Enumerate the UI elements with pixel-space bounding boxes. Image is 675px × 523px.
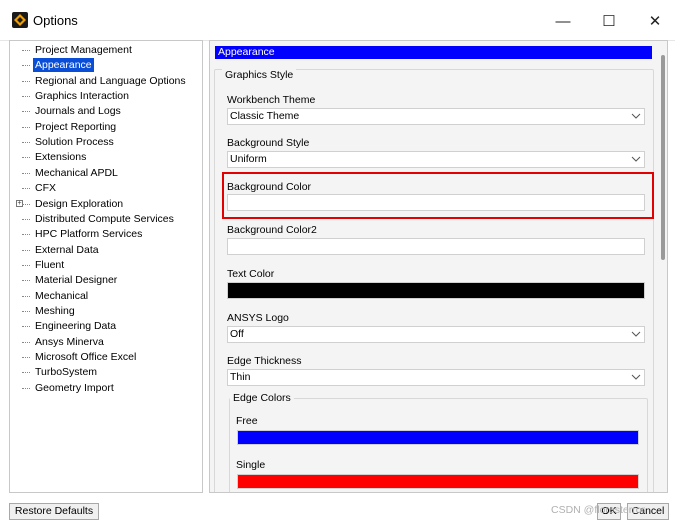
window-title: Options (33, 13, 78, 28)
background-style-dropdown[interactable]: Uniform (227, 151, 645, 168)
group-title: Graphics Style (222, 69, 297, 81)
tree-connector (22, 341, 30, 343)
tree-item-label: External Data (35, 243, 99, 256)
tree-item-label: Mechanical (35, 289, 89, 302)
highlight-box (222, 172, 654, 219)
tree-connector (22, 188, 30, 190)
scrollbar-thumb[interactable] (661, 55, 665, 260)
edge-thickness-value: Thin (230, 371, 251, 383)
tree-item-label: Project Reporting (35, 120, 117, 133)
tree-connector (22, 157, 30, 159)
tree-item-label: Engineering Data (35, 320, 117, 333)
tree-connector (22, 65, 30, 67)
background-color2-field[interactable] (227, 238, 645, 255)
maximize-icon: ☐ (602, 13, 616, 30)
edge-thickness-dropdown[interactable]: Thin (227, 369, 645, 386)
workbench-theme-value: Classic Theme (230, 110, 300, 122)
tree-connector (22, 357, 30, 358)
tree-connector (22, 372, 30, 374)
tree-connector (22, 126, 30, 128)
appearance-panel: Appearance Graphics Style Workbench Them… (209, 40, 668, 493)
tree-connector (22, 50, 30, 51)
tree-connector (22, 218, 30, 220)
tree-item-label: Design Exploration (35, 197, 124, 210)
tree-item-label: Extensions (35, 151, 87, 164)
tree-item-label: Distributed Compute Services (35, 212, 174, 225)
tree-item-label: Regional and Language Options (35, 74, 186, 87)
edge-single-label: Single (236, 459, 266, 471)
chevron-down-icon (631, 331, 641, 337)
edge-colors-title: Edge Colors (230, 392, 294, 404)
options-tree[interactable]: Project Management Appearance Regional and… (9, 40, 203, 493)
tree-item-label: Graphics Interaction (35, 90, 129, 103)
tree-connector (22, 264, 30, 266)
tree-item-label: Microsoft Office Excel (35, 351, 137, 363)
tree-connector (22, 234, 30, 236)
tree-item-label: Meshing (35, 304, 75, 317)
tree-item-label: Material Designer (35, 274, 118, 287)
ansys-logo-dropdown[interactable]: Off (227, 326, 645, 343)
tree-item-label: Geometry Import (35, 381, 114, 394)
tree-connector (22, 172, 30, 174)
edge-free-color-swatch[interactable] (237, 430, 639, 445)
tree-connector (22, 387, 30, 389)
watermark-text: CSDN @floresterror (551, 504, 646, 516)
edge-free-label: Free (236, 415, 258, 427)
ansys-logo-value: Off (230, 328, 244, 340)
tree-connector (22, 310, 30, 312)
tree-item-label: Appearance (33, 58, 94, 73)
tree-item-label: Mechanical APDL (35, 166, 118, 179)
tree-connector (22, 295, 30, 297)
tree-item-label: Fluent (35, 258, 65, 271)
workbench-theme-dropdown[interactable]: Classic Theme (227, 108, 645, 125)
title-bar: Options — ☐ ✕ (0, 0, 675, 41)
minimize-icon: — (555, 12, 571, 30)
close-icon: ✕ (648, 13, 662, 30)
tree-item-label: CFX (35, 182, 56, 195)
workbench-theme-label: Workbench Theme (227, 94, 316, 106)
tree-connector (22, 326, 30, 328)
tree-connector (22, 96, 30, 98)
panel-header: Appearance (215, 46, 652, 59)
maximize-button[interactable]: ☐ (594, 8, 624, 34)
edge-single-color-swatch[interactable] (237, 474, 639, 489)
tree-connector (22, 80, 30, 82)
chevron-down-icon (631, 374, 641, 380)
tree-item-label: Solution Process (35, 136, 114, 149)
minimize-button[interactable]: — (548, 8, 578, 34)
background-style-label: Background Style (227, 137, 310, 149)
restore-defaults-button[interactable]: Restore Defaults (9, 503, 99, 520)
tree-item-label: HPC Platform Services (35, 228, 143, 241)
tree-item-label: TurboSystem (35, 366, 98, 379)
tree-connector (22, 142, 30, 144)
background-color2-label: Background Color2 (227, 224, 317, 236)
text-color-label: Text Color (227, 268, 275, 280)
tree-connector (22, 203, 30, 205)
text-color-swatch[interactable] (227, 282, 645, 299)
tree-connector (22, 249, 30, 251)
background-style-value: Uniform (230, 153, 267, 165)
close-button[interactable]: ✕ (640, 8, 670, 34)
chevron-down-icon (631, 156, 641, 162)
tree-connector (22, 280, 30, 282)
tree-item-label: Journals and Logs (35, 105, 121, 118)
edge-thickness-label: Edge Thickness (227, 355, 302, 367)
ansys-app-icon (12, 12, 28, 28)
tree-item-label: Project Management (35, 44, 132, 56)
chevron-down-icon (631, 113, 641, 119)
tree-item-label: Ansys Minerva (35, 335, 104, 348)
ansys-logo-label: ANSYS Logo (227, 312, 289, 324)
tree-connector (22, 111, 30, 113)
restore-defaults-label: Restore Defaults (14, 505, 94, 517)
